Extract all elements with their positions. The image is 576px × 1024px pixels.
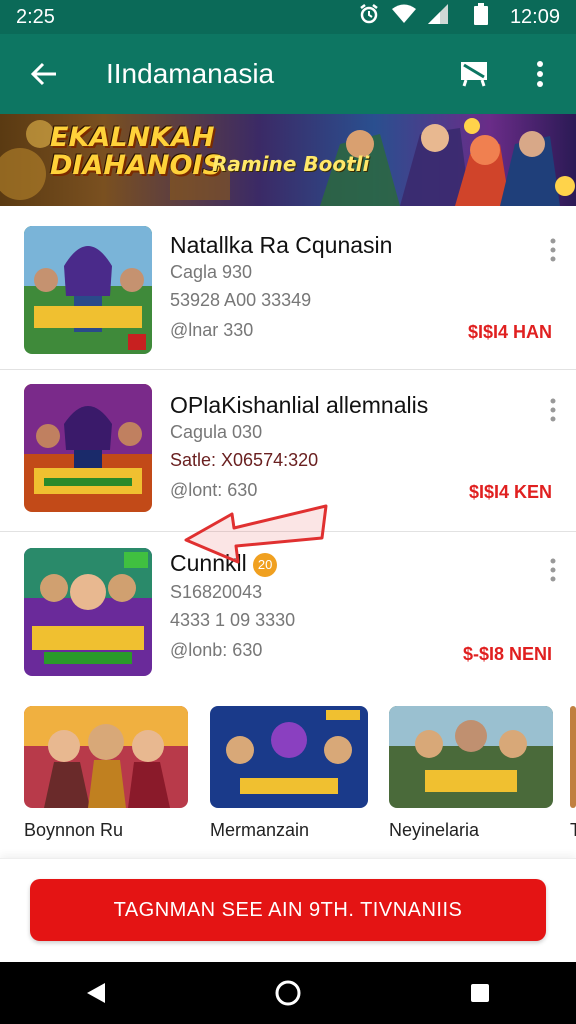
status-icons: 12:09: [358, 3, 560, 31]
back-arrow-icon: [30, 62, 56, 86]
more-options-button[interactable]: [504, 34, 576, 114]
item-meta: @lont: 630: [170, 480, 258, 500]
item-price: $I$I4 HAN: [467, 322, 552, 342]
banner-subtitle: Ramine Bootli: [212, 152, 370, 176]
item-menu-button[interactable]: [550, 558, 556, 587]
item-subtitle: Cagula 030: [170, 422, 263, 442]
item-meta: @lonb: 630: [170, 640, 263, 660]
nav-back-button[interactable]: [66, 963, 126, 1023]
game-carousel[interactable]: Boynnon Ru Mermanzain Neyinelaria T: [0, 700, 576, 860]
nav-recents-button[interactable]: [450, 963, 510, 1023]
item-subtitle: S16820043: [170, 582, 263, 602]
item-title: Natallka Ra Cqunasin: [170, 232, 393, 258]
back-triangle-icon: [87, 983, 105, 1003]
cast-icon: [461, 62, 487, 87]
recents-square-icon: [471, 984, 489, 1002]
item-menu-button[interactable]: [550, 238, 556, 267]
item-details: 53928 A00 33349: [170, 290, 312, 310]
promo-banner[interactable]: EKALNKAH DIAHANOIS Ramine Bootli: [0, 114, 576, 206]
card-label: Mermanzain: [210, 820, 310, 840]
game-thumbnail: [24, 548, 152, 676]
banner-title-line1: EKALNKAH: [50, 122, 215, 153]
status-time: 2:25: [16, 5, 55, 28]
system-nav-bar: [0, 962, 576, 1024]
item-price: $-$I8 NENI: [462, 644, 552, 664]
card-thumbnail: [570, 706, 576, 808]
more-vert-icon: [550, 238, 556, 262]
more-vert-icon: [550, 558, 556, 582]
card-thumbnail: [24, 706, 188, 808]
app-title: IIndamanasia: [106, 58, 275, 89]
cast-button[interactable]: [444, 34, 504, 114]
banner-title-line2: DIAHANOIS: [50, 150, 222, 181]
carousel-card[interactable]: T: [570, 706, 576, 841]
list-item[interactable]: Natallka Ra Cqunasin Cagla 930 53928 A00…: [0, 206, 576, 370]
more-vert-icon: [550, 398, 556, 422]
bottom-action-panel: TAGNMAN SEE AIN 9TH. TIVNANIIS: [0, 858, 576, 962]
game-list: Natallka Ra Cqunasin Cagla 930 53928 A00…: [0, 206, 576, 696]
game-thumbnail: [24, 226, 152, 354]
item-subtitle: Cagla 930: [170, 262, 253, 282]
status-bar: 2:25 12:09: [0, 0, 576, 34]
back-button[interactable]: [0, 34, 88, 114]
signal-icon: [427, 4, 448, 30]
banner-title: EKALNKAH DIAHANOIS: [50, 124, 222, 180]
card-thumbnail: [389, 706, 553, 808]
card-label: Neyinelaria: [389, 820, 480, 840]
annotation-arrow-icon: [184, 504, 328, 564]
alarm-icon: [358, 3, 380, 31]
carousel-card[interactable]: Mermanzain: [210, 706, 368, 841]
item-price: $I$I4 KEN: [468, 482, 552, 502]
item-details: 4333 1 09 3330: [170, 610, 296, 630]
card-label: T: [570, 820, 576, 840]
app-bar: IIndamanasia: [0, 34, 576, 114]
game-thumbnail: [24, 384, 152, 512]
nav-home-button[interactable]: [258, 963, 318, 1023]
card-thumbnail: [210, 706, 368, 808]
item-details: Satle: X06574:320: [170, 450, 319, 470]
battery-icon: [473, 3, 488, 31]
status-time-right: 12:09: [509, 5, 560, 28]
primary-cta-button[interactable]: TAGNMAN SEE AIN 9TH. TIVNANIIS: [30, 879, 546, 941]
item-meta: @lnar 330: [170, 320, 254, 340]
item-menu-button[interactable]: [550, 398, 556, 427]
carousel-card[interactable]: Boynnon Ru: [24, 706, 188, 841]
item-title: OPlaKishanlial allemnalis: [170, 392, 429, 418]
wifi-icon: [391, 4, 416, 30]
home-circle-icon: [275, 980, 301, 1006]
carousel-card[interactable]: Neyinelaria: [389, 706, 553, 841]
card-label: Boynnon Ru: [24, 820, 124, 840]
more-vert-icon: [537, 61, 543, 87]
